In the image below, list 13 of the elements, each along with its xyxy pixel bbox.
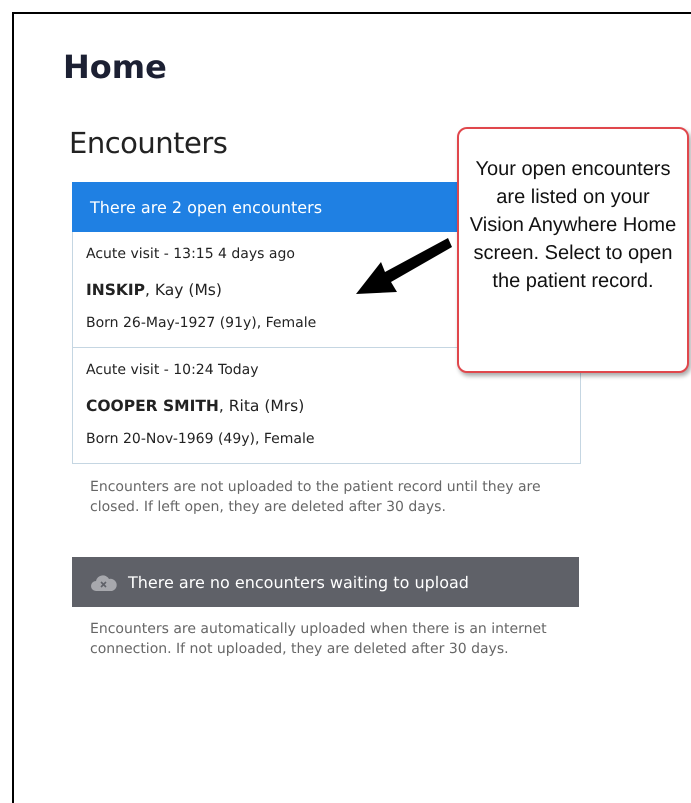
visit-time: Acute visit - 10:24 Today <box>86 362 259 380</box>
patient-details: Born 20-Nov-1969 (49y), Female <box>86 431 314 449</box>
patient-name: COOPER SMITH, Rita (Mrs) <box>86 397 304 417</box>
patient-details: Born 26-May-1927 (91y), Female <box>86 315 316 333</box>
info-note: Encounters are automatically uploaded when there is an internet connection. If not uploaded, they are deleted after 30 days. <box>90 620 548 659</box>
page-title: Home <box>63 48 168 86</box>
section-heading: Encounters <box>69 126 228 160</box>
cloud-off-icon <box>90 573 118 591</box>
patient-name: INSKIP, Kay (Ms) <box>86 281 222 301</box>
info-note: Encounters are not uploaded to the patient record until they are closed. If left open, they are deleted after 30 days. <box>90 478 542 517</box>
visit-time: Acute visit - 13:15 4 days ago <box>86 246 295 264</box>
upload-status: There are no encounters waiting to upload <box>128 572 469 592</box>
callout-tooltip: Your open encounters are listed on your Vision Anywhere Home screen. Select to open the patient record. <box>457 127 689 373</box>
